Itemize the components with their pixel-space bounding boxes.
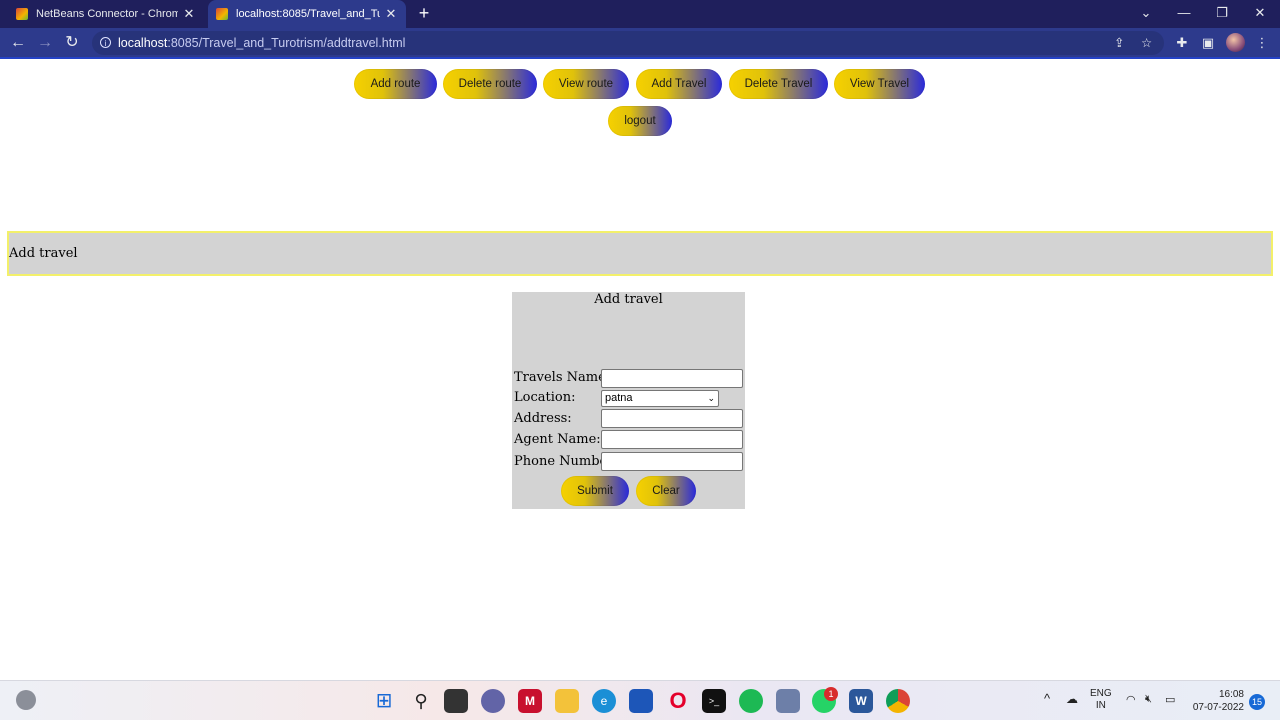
add-route-button[interactable]: Add route (354, 69, 437, 99)
minimize-icon[interactable]: — (1165, 0, 1203, 28)
location-label: Location: (514, 390, 576, 405)
add-travel-button[interactable]: Add Travel (636, 69, 722, 99)
show-hidden-icons-chevron-icon[interactable]: ^ (1044, 691, 1050, 706)
tab-title: localhost:8085/Travel_and_Turotr (236, 8, 380, 20)
task-view-icon[interactable] (444, 689, 468, 713)
view-travel-button[interactable]: View Travel (834, 69, 925, 99)
add-travel-form: Add travel Travels Name: Location: patna… (512, 292, 745, 509)
spotify-icon[interactable] (739, 689, 763, 713)
tab-search-chevron-icon[interactable]: ⌄ (1127, 0, 1165, 28)
browser-toolbar: ← → ↻ i localhost:8085/Travel_and_Turotr… (0, 28, 1280, 59)
clock[interactable]: 16:08 07-07-2022 (1190, 688, 1244, 714)
window-close-icon[interactable]: ✕ (1241, 0, 1279, 28)
delete-route-button[interactable]: Delete route (443, 69, 537, 99)
security-shield-icon[interactable] (776, 689, 800, 713)
new-tab-plus-icon[interactable]: + (414, 3, 434, 23)
clear-button[interactable]: Clear (636, 476, 696, 506)
widgets-icon[interactable] (16, 690, 36, 710)
page-favicon-icon (216, 8, 228, 20)
back-arrow-icon[interactable]: ← (6, 32, 30, 54)
side-panel-icon[interactable]: ▣ (1198, 33, 1218, 53)
clock-date: 07-07-2022 (1192, 702, 1244, 713)
windows-taskbar: ⊞ ⚲ M e O >_ 1 W ^ ☁ ENG IN ◠ 🔇︎ ▭ 16:08… (0, 680, 1280, 720)
search-icon[interactable]: ⚲ (409, 689, 433, 713)
opera-icon[interactable]: O (666, 689, 690, 713)
windows-start-icon[interactable]: ⊞ (372, 689, 396, 713)
speaker-muted-icon[interactable]: 🔇︎ (1145, 693, 1152, 706)
region-code: IN (1095, 700, 1106, 711)
bookmark-star-icon[interactable]: ☆ (1141, 31, 1152, 55)
view-route-button[interactable]: View route (543, 69, 629, 99)
maximize-icon[interactable]: ❐ (1203, 0, 1241, 28)
logout-button[interactable]: logout (608, 106, 672, 136)
form-title: Add travel (594, 292, 663, 307)
travels-name-input[interactable] (601, 369, 743, 388)
tab-title: NetBeans Connector - Chrome W (36, 8, 178, 20)
wifi-icon[interactable]: ◠ (1126, 693, 1136, 706)
notification-count-badge[interactable]: 15 (1249, 694, 1265, 710)
battery-icon[interactable]: ▭ (1165, 693, 1175, 706)
travels-name-label: Travels Name: (514, 370, 611, 385)
language-indicator[interactable]: ENG IN (1090, 688, 1112, 712)
site-info-icon[interactable]: i (100, 37, 111, 48)
browser-tab-netbeans[interactable]: NetBeans Connector - Chrome W ✕ (8, 0, 204, 28)
mcafee-icon[interactable]: M (518, 689, 542, 713)
agent-name-input[interactable] (601, 430, 743, 449)
address-input[interactable] (601, 409, 743, 428)
url-path: :8085/Travel_and_Turotrism/addtravel.htm… (167, 36, 406, 50)
page-heading-banner: Add travel (7, 231, 1273, 276)
close-tab-icon[interactable]: ✕ (384, 7, 398, 22)
profile-avatar[interactable] (1226, 33, 1245, 52)
teams-chat-icon[interactable] (481, 689, 505, 713)
browser-tab-bar: NetBeans Connector - Chrome W ✕ localhos… (0, 0, 1280, 28)
submit-button[interactable]: Submit (561, 476, 629, 506)
address-bar[interactable]: i localhost:8085/Travel_and_Turotrism/ad… (92, 31, 1164, 55)
microsoft-store-icon[interactable] (629, 689, 653, 713)
close-tab-icon[interactable]: ✕ (182, 7, 196, 22)
page-heading: Add travel (9, 246, 78, 261)
location-select[interactable]: patna ⌄ (601, 390, 719, 407)
forward-arrow-icon[interactable]: → (33, 32, 57, 54)
clock-time: 16:08 (1218, 689, 1244, 700)
terminal-icon[interactable]: >_ (702, 689, 726, 713)
agent-name-label: Agent Name: (514, 432, 601, 447)
extensions-puzzle-icon[interactable]: ✚ (1172, 33, 1192, 53)
chrome-icon[interactable] (886, 689, 910, 713)
url-host: localhost (118, 36, 168, 50)
netbeans-favicon-icon (16, 8, 28, 20)
phone-number-input[interactable] (601, 452, 743, 471)
language-code: ENG (1090, 688, 1112, 699)
browser-tab-localhost[interactable]: localhost:8085/Travel_and_Turotr ✕ (208, 0, 406, 28)
chevron-down-icon: ⌄ (707, 393, 715, 403)
share-icon[interactable]: ⇪ (1114, 31, 1124, 55)
word-icon[interactable]: W (849, 689, 873, 713)
onedrive-cloud-icon[interactable]: ☁ (1066, 692, 1078, 706)
location-selected-value: patna (605, 392, 633, 404)
chrome-menu-icon[interactable]: ⋮ (1252, 33, 1272, 53)
edge-browser-icon[interactable]: e (592, 689, 616, 713)
delete-travel-button[interactable]: Delete Travel (729, 69, 828, 99)
file-explorer-icon[interactable] (555, 689, 579, 713)
reload-icon[interactable]: ↻ (60, 32, 84, 54)
whatsapp-notification-badge: 1 (824, 687, 838, 701)
address-label: Address: (514, 411, 572, 426)
